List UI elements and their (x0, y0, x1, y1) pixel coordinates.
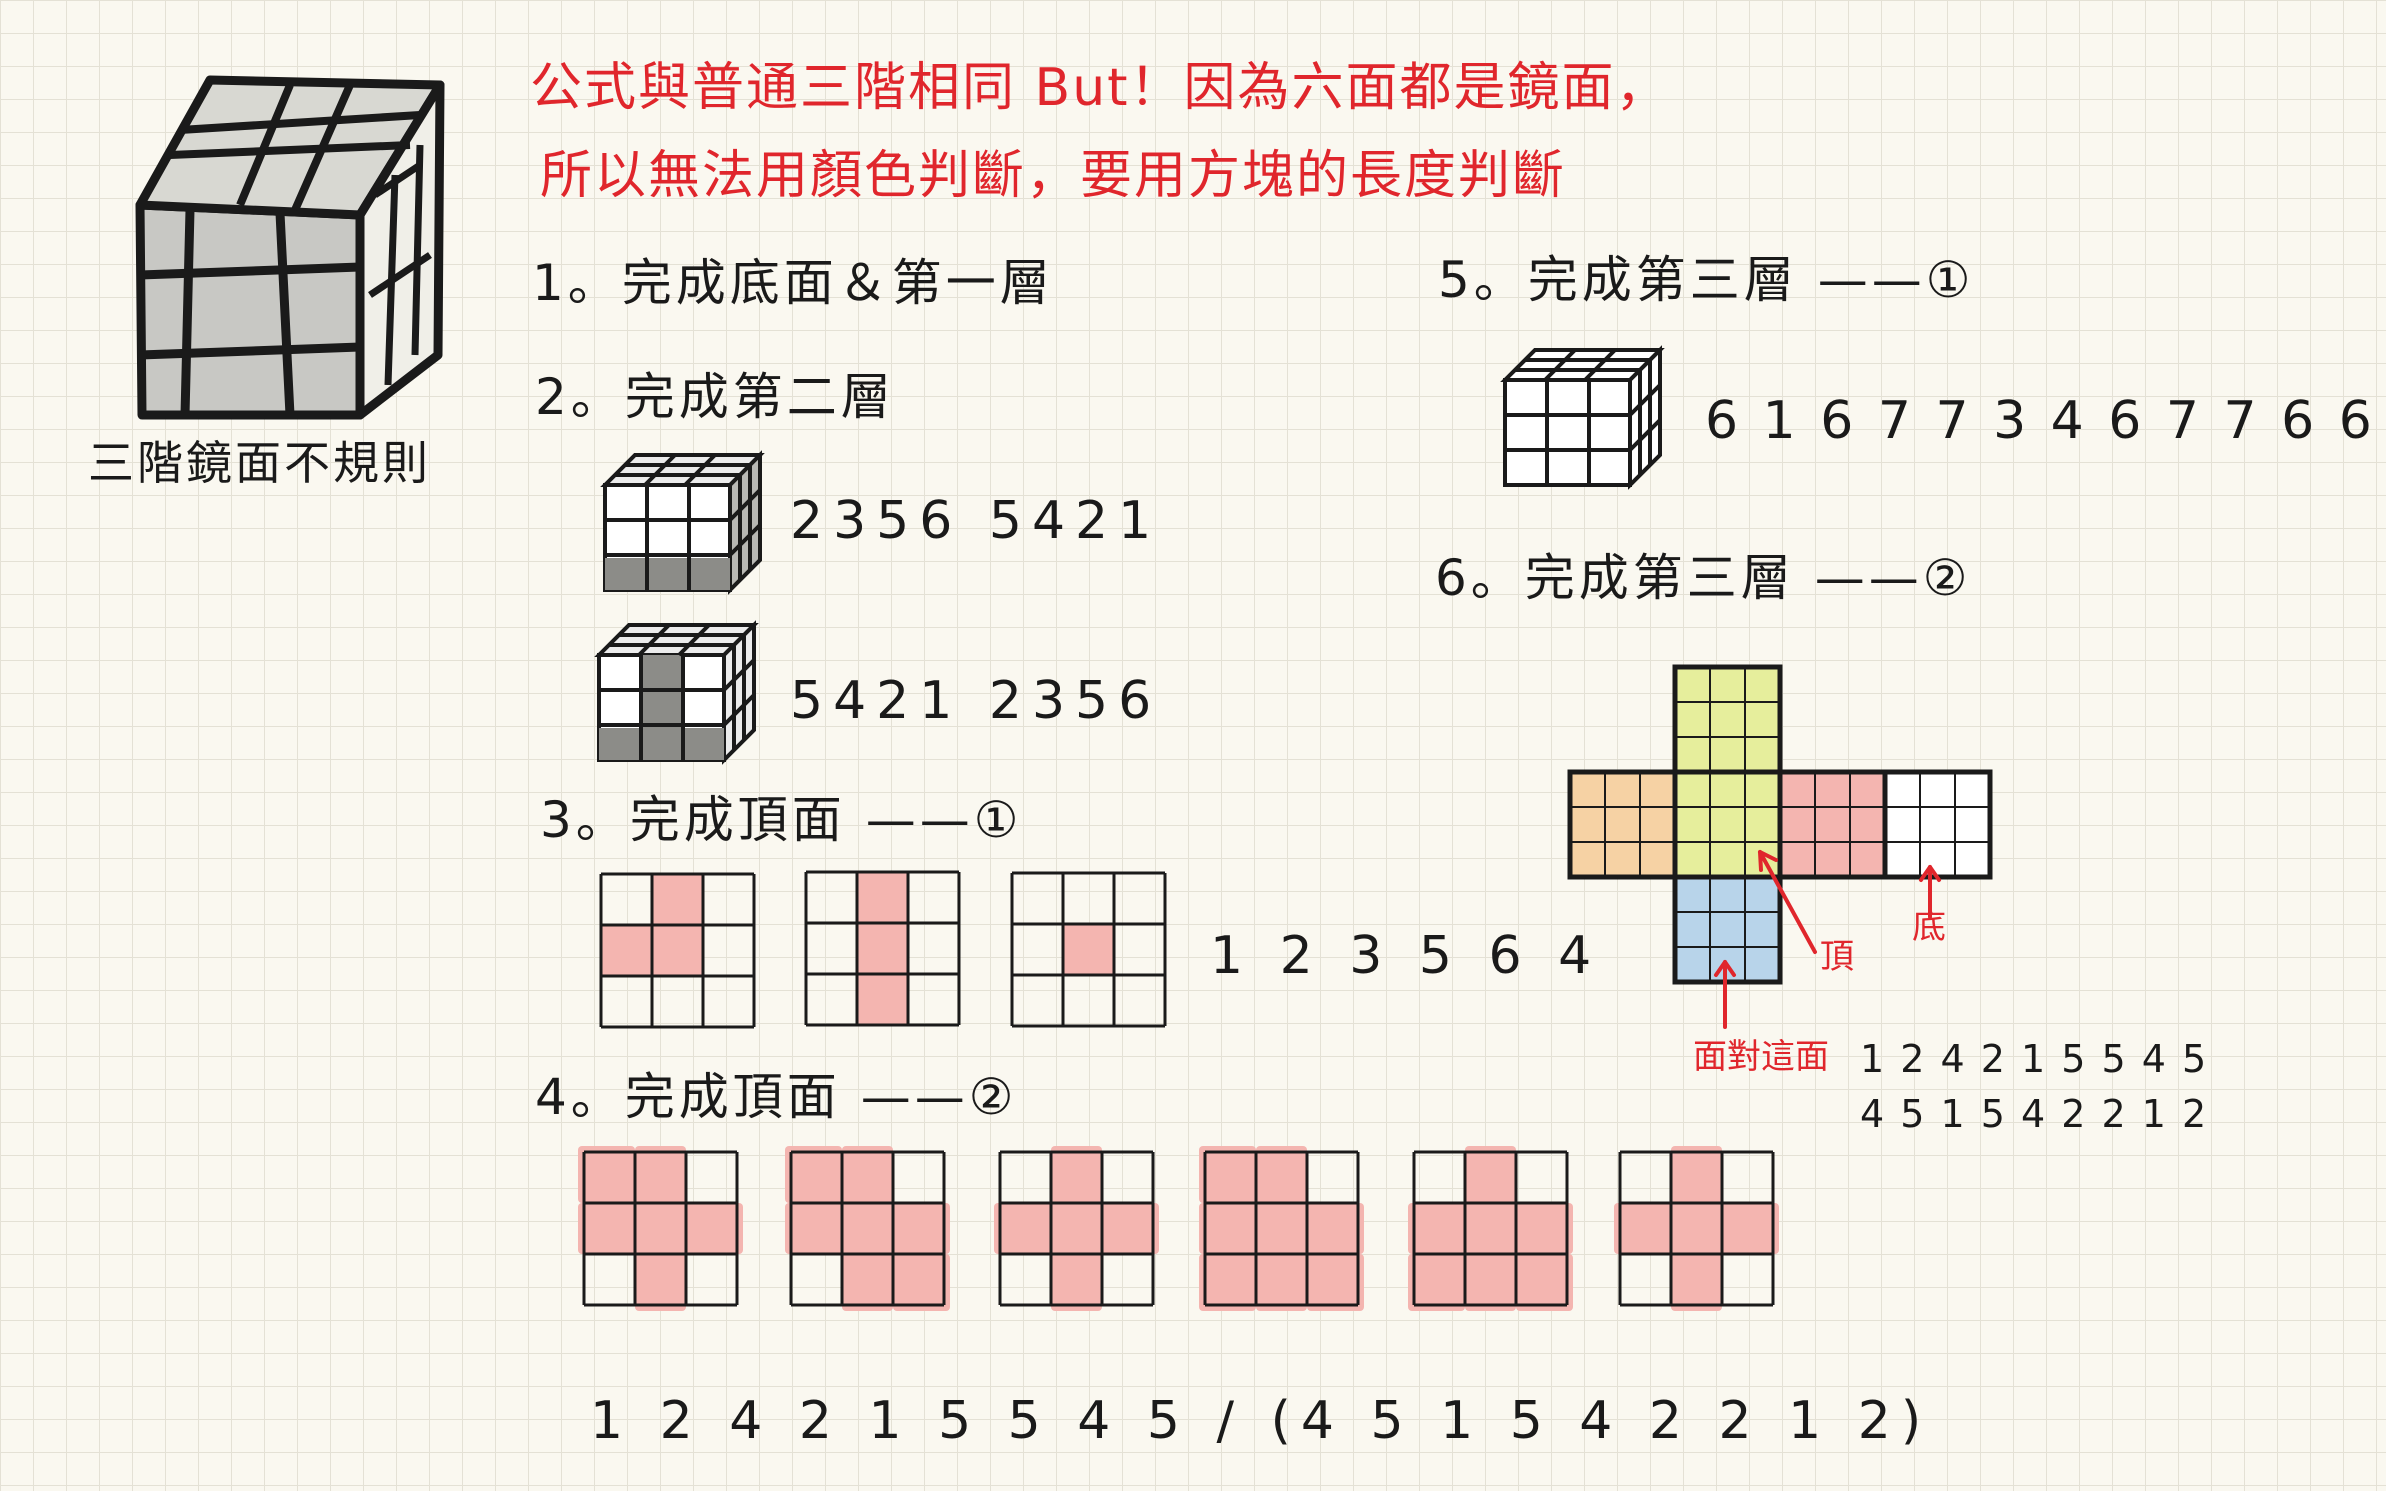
cube-caption: 三階鏡面不規則 (88, 436, 431, 490)
mirror-cube-illustration (135, 75, 445, 420)
step-6-alg-line1: 1 2 4 2 1 5 5 4 5 (1860, 1037, 2209, 1081)
pattern-cell-filled (842, 1203, 893, 1254)
pattern-cell-filled (1102, 1203, 1159, 1254)
net-label-bottom: 底 (1912, 907, 1946, 947)
pattern-cell-filled (1199, 1146, 1256, 1203)
step-4-alg: 1 2 4 2 1 5 5 4 5 / (4 5 1 5 4 2 2 1 2) (590, 1391, 1932, 1451)
pattern-cell-filled (893, 1203, 950, 1254)
step-3-pattern-3 (1010, 871, 1167, 1028)
pattern-cell-filled (1465, 1146, 1516, 1203)
pattern-cell-filled (1256, 1146, 1307, 1203)
step-4-pattern-4 (1199, 1146, 1364, 1311)
step-4-pattern-6 (1614, 1146, 1779, 1311)
pattern-cell-filled (1516, 1203, 1573, 1254)
pattern-cell-filled (1671, 1254, 1722, 1311)
pattern-cell-filled (652, 925, 703, 976)
step-5-title: 5。完成第三層 ——① (1438, 251, 1975, 309)
pattern-cell-filled (601, 925, 652, 976)
heading-line2: 所以無法用顏色判斷，要用方塊的長度判斷 (540, 146, 1567, 206)
pattern-cell-filled (785, 1203, 842, 1254)
pattern-cell-filled (1614, 1203, 1671, 1254)
heading-line1: 公式與普通三階相同 But！因為六面都是鏡面， (530, 58, 1670, 118)
pattern-cell-filled (1671, 1203, 1722, 1254)
pattern-cell-filled (1256, 1203, 1307, 1254)
pattern-cell-filled (1256, 1254, 1307, 1311)
pattern-cell-filled (857, 872, 908, 923)
pattern-cell-filled (857, 974, 908, 1025)
pattern-cell-filled (1307, 1254, 1364, 1311)
pattern-cell-filled (842, 1146, 893, 1203)
net-label-top: 頂 (1820, 937, 1854, 977)
step-5-alg: 6 1 6 7 7 3 4 6 7 7 6 6 (1705, 391, 2376, 451)
step-3-pattern-2 (804, 870, 961, 1027)
pattern-cell-filled (578, 1203, 635, 1254)
step-1-title: 1。完成底面＆第一層 (532, 254, 1054, 312)
step-6-title: 6。完成第三層 ——② (1435, 549, 1972, 607)
pattern-cell-filled (1671, 1146, 1722, 1203)
pattern-cell-filled (1051, 1203, 1102, 1254)
pattern-cell-filled (635, 1146, 686, 1203)
step-4-pattern-2 (785, 1146, 950, 1311)
pattern-cell-filled (1516, 1254, 1573, 1311)
pattern-cell-filled (1465, 1203, 1516, 1254)
step-4-pattern-5 (1408, 1146, 1573, 1311)
pattern-cell-filled (857, 923, 908, 974)
step-3-title: 3。完成頂面 ——① (540, 791, 1023, 849)
pattern-cell-filled (1199, 1254, 1256, 1311)
pattern-cell-filled (1051, 1146, 1102, 1203)
pattern-cell-filled (652, 874, 703, 925)
step-3-pattern-1 (599, 872, 756, 1029)
net-label-facing: 面對這面 (1693, 1037, 1829, 1077)
pattern-cell-filled (578, 1146, 635, 1203)
pattern-cell-filled (1408, 1203, 1465, 1254)
step-4-pattern-3 (994, 1146, 1159, 1311)
pattern-cell-filled (1307, 1203, 1364, 1254)
pattern-cell-filled (686, 1203, 743, 1254)
step-2-cube-a (600, 450, 765, 595)
pattern-cell-filled (1465, 1254, 1516, 1311)
step-2-cube-b (594, 620, 759, 765)
step-6-alg-line2: 4 5 1 5 4 2 2 1 2 (1860, 1092, 2209, 1136)
step-2-alg-a: 2356 5421 (790, 491, 1162, 551)
pattern-cell-filled (1722, 1203, 1779, 1254)
step-4-title: 4。完成頂面 ——② (535, 1068, 1018, 1126)
pattern-cell-filled (785, 1146, 842, 1203)
step-4-pattern-1 (578, 1146, 743, 1311)
pattern-cell-filled (1199, 1203, 1256, 1254)
pattern-cell-filled (842, 1254, 893, 1311)
pattern-cell-filled (1408, 1254, 1465, 1311)
step-3-alg: 1 2 3 5 6 4 (1210, 926, 1602, 986)
step-5-cube (1500, 345, 1665, 490)
pattern-cell-filled (1051, 1254, 1102, 1311)
step-2-alg-b: 5421 2356 (790, 671, 1162, 731)
pattern-cell-filled (893, 1254, 950, 1311)
step-2-title: 2。完成第二層 (535, 368, 895, 426)
pattern-cell-filled (1063, 924, 1114, 975)
pattern-cell-filled (635, 1254, 686, 1311)
pattern-cell-filled (994, 1203, 1051, 1254)
pattern-cell-filled (635, 1203, 686, 1254)
